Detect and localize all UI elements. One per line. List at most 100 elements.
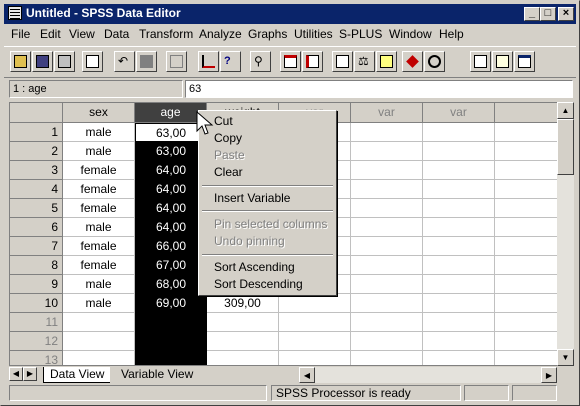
cell-sex[interactable]: male — [63, 123, 135, 142]
menu-transform[interactable]: Transform — [139, 27, 193, 41]
row-header[interactable]: 4 — [10, 180, 63, 199]
context-menu-paste[interactable]: Paste — [214, 148, 245, 162]
cell-sex[interactable]: male — [63, 294, 135, 313]
weight-cases-icon[interactable]: ⚖ — [354, 51, 375, 72]
cell-empty[interactable] — [351, 275, 423, 294]
dialog-recall-icon[interactable] — [82, 51, 103, 72]
cell-empty[interactable] — [423, 332, 495, 351]
context-menu-sort-ascending[interactable]: Sort Ascending — [214, 260, 295, 274]
context-menu-cut[interactable]: Cut — [214, 114, 233, 128]
context-menu-insert-variable[interactable]: Insert Variable — [214, 191, 290, 205]
corner-header[interactable] — [10, 103, 63, 123]
insert-case-icon[interactable] — [280, 51, 301, 72]
cell-empty[interactable] — [207, 332, 279, 351]
cell-empty[interactable] — [279, 313, 351, 332]
cell-empty[interactable] — [351, 123, 423, 142]
cell-sex[interactable]: female — [63, 256, 135, 275]
tab-variable-view[interactable]: Variable View — [115, 367, 199, 382]
designate-window-icon[interactable] — [514, 51, 535, 72]
cell-empty[interactable] — [423, 237, 495, 256]
menu-edit[interactable]: Edit — [40, 27, 61, 41]
cell-empty[interactable] — [423, 142, 495, 161]
menu-analyze[interactable]: Analyze — [199, 27, 242, 41]
cell-sex[interactable]: female — [63, 237, 135, 256]
insert-variable-icon[interactable] — [302, 51, 323, 72]
cell-empty[interactable] — [351, 313, 423, 332]
cell-age-empty[interactable] — [135, 351, 207, 365]
close-button[interactable]: × — [558, 7, 574, 21]
spss-app-icon[interactable] — [8, 6, 22, 20]
cell-age[interactable]: 66,00 — [135, 237, 207, 256]
split-file-icon[interactable] — [332, 51, 353, 72]
cell-empty[interactable] — [351, 161, 423, 180]
cell-age[interactable]: 63,00 — [135, 142, 207, 161]
menu-data[interactable]: Data — [104, 27, 129, 41]
cell-sex[interactable]: male — [63, 218, 135, 237]
row-header[interactable]: 7 — [10, 237, 63, 256]
context-menu-undo-pinning[interactable]: Undo pinning — [214, 234, 285, 248]
cell-empty[interactable] — [351, 256, 423, 275]
scroll-right-button[interactable]: ▶ — [541, 367, 557, 383]
cell-empty[interactable] — [423, 313, 495, 332]
cell-empty[interactable] — [279, 332, 351, 351]
cell-empty[interactable] — [351, 218, 423, 237]
context-menu-pin-columns[interactable]: Pin selected columns — [214, 217, 327, 231]
find-icon[interactable]: ⚲ — [250, 51, 271, 72]
menu-utilities[interactable]: Utilities — [294, 27, 333, 41]
cell-age[interactable]: 68,00 — [135, 275, 207, 294]
cell-empty[interactable] — [279, 294, 351, 313]
menu-graphs[interactable]: Graphs — [248, 27, 287, 41]
cell-empty[interactable] — [351, 142, 423, 161]
row-header[interactable]: 13 — [10, 351, 63, 365]
menu-s-plus[interactable]: S-PLUS — [339, 27, 382, 41]
row-header[interactable]: 6 — [10, 218, 63, 237]
cell-age[interactable]: 64,00 — [135, 199, 207, 218]
title-bar[interactable]: Untitled - SPSS Data Editor _ □ × — [4, 4, 576, 24]
row-header[interactable]: 3 — [10, 161, 63, 180]
goto-chart-icon[interactable] — [166, 51, 187, 72]
row-header[interactable]: 1 — [10, 123, 63, 142]
goto-case-icon[interactable] — [198, 51, 219, 72]
select-cases-icon[interactable] — [376, 51, 397, 72]
tab-scroll-left-button[interactable]: ◀ — [9, 367, 23, 381]
cell-value-editor[interactable]: 63 — [185, 80, 573, 98]
cell-empty[interactable] — [423, 294, 495, 313]
row-header[interactable]: 12 — [10, 332, 63, 351]
menu-file[interactable]: File — [11, 27, 30, 41]
variables-icon[interactable]: ? — [220, 51, 241, 72]
row-header[interactable]: 11 — [10, 313, 63, 332]
use-sets-icon[interactable] — [424, 51, 445, 72]
stop-icon[interactable] — [492, 51, 513, 72]
tab-scroll-right-button[interactable]: ▶ — [23, 367, 37, 381]
cell-sex[interactable]: female — [63, 180, 135, 199]
value-labels-icon[interactable] — [402, 51, 423, 72]
show-sets-icon[interactable] — [470, 51, 491, 72]
row-header[interactable]: 2 — [10, 142, 63, 161]
horizontal-scrollbar[interactable]: ◀ ▶ — [299, 367, 557, 383]
cell-empty[interactable] — [351, 199, 423, 218]
save-icon[interactable] — [32, 51, 53, 72]
row-header[interactable]: 10 — [10, 294, 63, 313]
undo-icon[interactable]: ↶ — [114, 51, 135, 72]
cell-age[interactable]: 64,00 — [135, 161, 207, 180]
cell-empty[interactable] — [63, 313, 135, 332]
menu-view[interactable]: View — [69, 27, 95, 41]
minimize-button[interactable]: _ — [524, 7, 540, 21]
scroll-left-button[interactable]: ◀ — [299, 367, 315, 383]
cell-empty[interactable] — [279, 351, 351, 365]
row-header[interactable]: 9 — [10, 275, 63, 294]
tab-data-view[interactable]: Data View — [43, 367, 111, 383]
context-menu-sort-descending[interactable]: Sort Descending — [214, 277, 303, 291]
cell-sex[interactable]: male — [63, 275, 135, 294]
cell-empty[interactable] — [423, 351, 495, 365]
context-menu-copy[interactable]: Copy — [214, 131, 242, 145]
cell-empty[interactable] — [423, 123, 495, 142]
row-header[interactable]: 8 — [10, 256, 63, 275]
cell-empty[interactable] — [63, 332, 135, 351]
cell-empty[interactable] — [351, 351, 423, 365]
redo-icon[interactable] — [136, 51, 157, 72]
menu-help[interactable]: Help — [439, 27, 464, 41]
cell-age-empty[interactable] — [135, 313, 207, 332]
menu-window[interactable]: Window — [389, 27, 432, 41]
cell-empty[interactable] — [423, 180, 495, 199]
